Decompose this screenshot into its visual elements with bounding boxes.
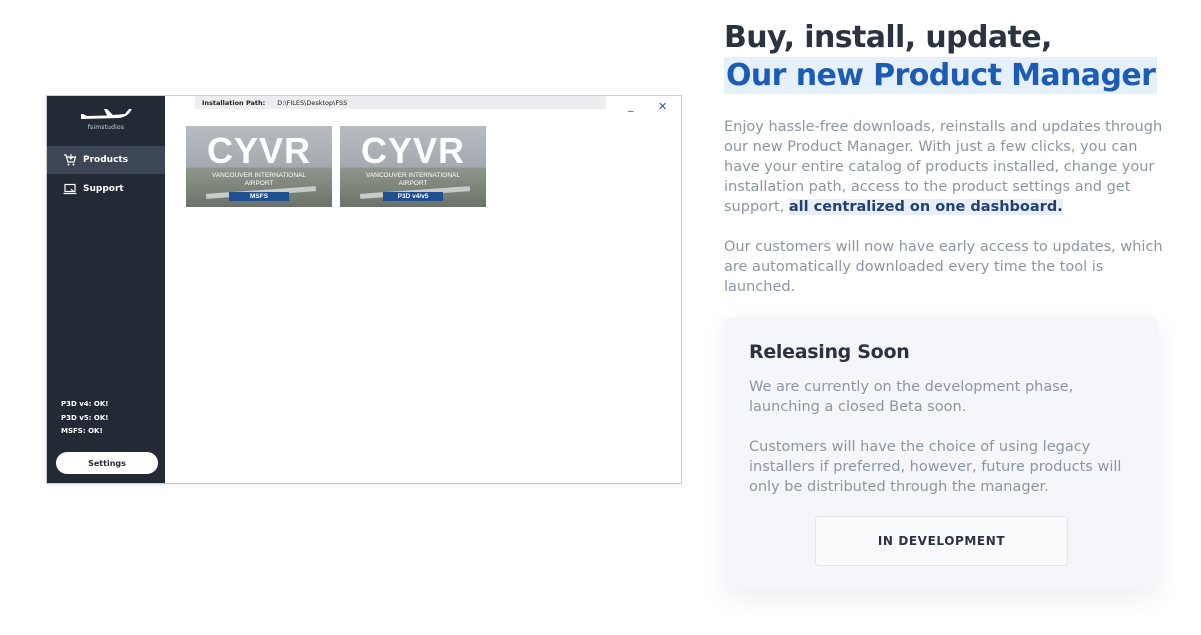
product-code: CYVR	[360, 130, 466, 171]
sidebar-item-products[interactable]: Products	[47, 146, 165, 174]
status-p3d-v4: P3D v4: OK!	[61, 400, 109, 408]
product-name: VANCOUVER INTERNATIONAL AIRPORT	[211, 172, 307, 187]
close-button[interactable]: ✕	[658, 100, 667, 113]
installation-path-value: D:\FILES\Desktop\FSS	[277, 98, 348, 107]
product-card-cyvr-msfs[interactable]: CYVR VANCOUVER INTERNATIONAL AIRPORT MSF…	[186, 126, 332, 207]
product-name: VANCOUVER INTERNATIONAL AIRPORT	[365, 172, 461, 187]
status-msfs: MSFS: OK!	[61, 427, 103, 435]
release-paragraph-2: Customers will have the choice of using …	[749, 439, 1122, 495]
platform-badge: P3D v4/v5	[383, 192, 443, 201]
status-p3d-v5: P3D v5: OK!	[61, 413, 109, 422]
laptop-support-icon	[63, 182, 77, 196]
sidebar-item-label: Products	[83, 155, 129, 165]
airplane-icon	[81, 109, 132, 119]
release-title: Releasing Soon	[749, 341, 910, 363]
app-sidebar: fsimstudios Products Support P3D v4: OK!…	[47, 96, 165, 483]
sidebar-item-label: Support	[83, 184, 124, 194]
early-access-paragraph: Our customers will now have early access…	[724, 239, 1163, 295]
platform-badge: MSFS	[229, 192, 289, 201]
installation-path-bar[interactable]: Installation Path: D:\FILES\Desktop\FSS	[195, 96, 606, 109]
in-development-button[interactable]: IN DEVELOPMENT	[815, 516, 1068, 566]
product-manager-window: fsimstudios Products Support P3D v4: OK!…	[46, 95, 682, 484]
sidebar-item-support[interactable]: Support	[47, 175, 165, 203]
settings-button[interactable]: Settings	[56, 452, 158, 474]
cart-icon	[63, 153, 77, 167]
intro-paragraph: Enjoy hassle-free downloads, reinstalls …	[724, 117, 1164, 217]
brand-name: fsimstudios	[87, 124, 125, 131]
brand-logo: fsimstudios	[77, 106, 135, 134]
intro-highlight: all centralized on one dashboard.	[788, 199, 1063, 215]
platform-status-list: P3D v4: OK! P3D v5: OK! MSFS: OK!	[61, 398, 109, 439]
installation-path-label: Installation Path:	[202, 98, 266, 107]
minimize-button[interactable]: _	[628, 99, 634, 112]
product-card-cyvr-p3d[interactable]: CYVR VANCOUVER INTERNATIONAL AIRPORT P3D…	[340, 126, 486, 207]
product-code: CYVR	[206, 130, 312, 171]
page-subheadline: Our new Product Manager	[724, 57, 1158, 94]
release-paragraph-1: We are currently on the development phas…	[749, 379, 1074, 415]
release-card: Releasing Soon We are currently on the d…	[724, 317, 1159, 590]
